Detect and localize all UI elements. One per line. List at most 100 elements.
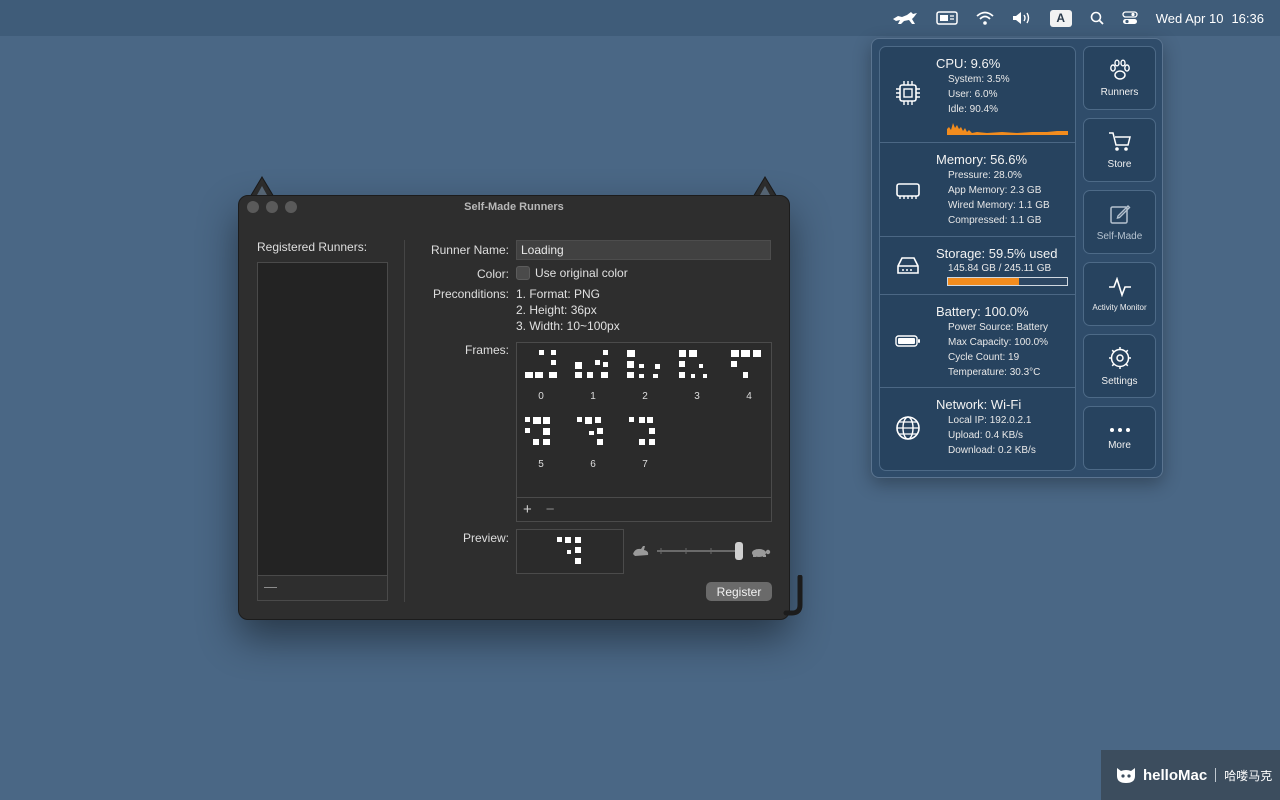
frame-thumbnail-6[interactable]: [573, 415, 613, 455]
runner-name-field[interactable]: Loading: [516, 240, 771, 260]
frame-thumbnail-1[interactable]: [573, 348, 613, 388]
display-icon[interactable]: [936, 8, 958, 28]
window-title: Self-Made Runners: [464, 201, 564, 213]
frames-label: Frames:: [464, 343, 509, 357]
hellomac-watermark: helloMac 哈喽马克: [1101, 750, 1280, 800]
network-download: Download: 0.2 KB/s: [948, 445, 1036, 456]
frame-number-4: 4: [746, 391, 752, 402]
zoom-button[interactable]: [285, 201, 297, 213]
use-original-color-checkbox[interactable]: [516, 266, 530, 280]
storage-usage-bar: [947, 277, 1068, 286]
runners-button[interactable]: Runners: [1083, 46, 1156, 110]
self-made-runners-window: Self-Made Runners Registered Runners: — …: [238, 195, 790, 620]
frames-collection[interactable]: 0 1 2 3 4 5 6 7 + −: [516, 342, 772, 522]
frame-number-2: 2: [642, 391, 648, 402]
precondition-format: 1. Format: PNG: [516, 287, 601, 301]
storage-title: Storage: 59.5% used: [936, 246, 1058, 261]
store-button[interactable]: Store: [1083, 118, 1156, 182]
battery-max-capacity: Max Capacity: 100.0%: [948, 337, 1049, 348]
watermark-chinese-name: 哈喽马克: [1224, 768, 1273, 783]
storage-detail: 145.84 GB / 245.11 GB: [948, 263, 1052, 274]
remove-frame-button[interactable]: −: [546, 501, 555, 518]
settings-button[interactable]: Settings: [1083, 334, 1156, 398]
volume-icon[interactable]: [1012, 8, 1032, 28]
register-button[interactable]: Register: [706, 582, 772, 601]
precondition-width: 3. Width: 10~100px: [516, 319, 620, 333]
frame-number-3: 3: [694, 391, 700, 402]
menubar-date: Wed Apr 10: [1155, 10, 1224, 26]
spotlight-icon[interactable]: [1090, 8, 1104, 28]
memory-app: App Memory: 2.3 GB: [948, 185, 1042, 196]
battery-cycle-count: Cycle Count: 19: [948, 352, 1020, 363]
use-original-color-label[interactable]: Use original color: [535, 266, 628, 280]
add-frame-button[interactable]: +: [523, 501, 532, 518]
cart-icon: [1108, 131, 1131, 151]
hard-drive-icon: [894, 252, 922, 280]
close-button[interactable]: [247, 201, 259, 213]
watermark-brand: helloMac: [1143, 766, 1208, 784]
battery-title: Battery: 100.0%: [936, 304, 1029, 319]
memory-icon: [894, 176, 922, 204]
more-icon: [1109, 427, 1130, 432]
frame-thumbnail-7[interactable]: [625, 415, 665, 455]
network-local-ip: Local IP: 192.0.2.1: [948, 415, 1032, 426]
cat-tail-icon: [783, 575, 803, 616]
network-title: Network: Wi-Fi: [936, 397, 1022, 412]
network-upload: Upload: 0.4 KB/s: [948, 430, 1024, 441]
battery-section: Battery: 100.0% Power Source: Battery Ma…: [880, 295, 1075, 388]
minimize-button[interactable]: [266, 201, 278, 213]
activity-monitor-button[interactable]: Activity Monitor: [1083, 262, 1156, 326]
settings-button-label: Settings: [1101, 375, 1138, 387]
frame-number-0: 0: [538, 391, 544, 402]
memory-compressed: Compressed: 1.1 GB: [948, 215, 1042, 226]
registered-runners-list[interactable]: —: [257, 262, 388, 601]
input-source-icon[interactable]: A: [1049, 9, 1072, 27]
frame-number-7: 7: [642, 459, 648, 470]
runcat-status-panel: CPU: 9.6% System: 3.5% User: 6.0% Idle: …: [871, 38, 1163, 478]
cpu-chip-icon: [894, 79, 922, 107]
heartbeat-icon: [1108, 276, 1131, 297]
cpu-idle: Idle: 90.4%: [948, 104, 999, 115]
edit-icon: [1109, 204, 1130, 224]
more-button[interactable]: More: [1083, 406, 1156, 470]
cpu-system: System: 3.5%: [948, 74, 1010, 85]
preconditions-label: Preconditions:: [432, 287, 509, 301]
memory-title: Memory: 56.6%: [936, 152, 1028, 167]
watermark-separator: [1215, 768, 1217, 782]
self-made-button[interactable]: Self-Made: [1083, 190, 1156, 254]
system-stats-card: CPU: 9.6% System: 3.5% User: 6.0% Idle: …: [879, 46, 1076, 471]
frame-thumbnail-2[interactable]: [625, 348, 665, 388]
hellomac-logo-icon: [1117, 768, 1135, 783]
memory-wired: Wired Memory: 1.1 GB: [948, 200, 1050, 211]
remove-runner-button[interactable]: —: [258, 575, 387, 600]
wifi-icon[interactable]: [976, 8, 994, 28]
turtle-icon: [752, 549, 771, 557]
frame-thumbnail-5[interactable]: [521, 415, 561, 455]
registered-runners-label: Registered Runners:: [257, 240, 368, 254]
frame-thumbnail-4[interactable]: [729, 348, 769, 388]
battery-temperature: Temperature: 30.3°C: [948, 367, 1041, 378]
cpu-section: CPU: 9.6% System: 3.5% User: 6.0% Idle: …: [880, 47, 1075, 143]
menubar-clock[interactable]: Wed Apr 10 16:36: [1156, 11, 1264, 26]
frame-thumbnail-3[interactable]: [677, 348, 717, 388]
frame-number-6: 6: [590, 459, 596, 470]
more-button-label: More: [1108, 439, 1131, 451]
control-center-icon[interactable]: [1122, 8, 1138, 28]
cpu-title: CPU: 9.6%: [936, 56, 1001, 71]
store-button-label: Store: [1107, 158, 1132, 170]
runner-preview: [516, 529, 624, 574]
speed-slider-thumb: [735, 542, 743, 560]
preview-label: Preview:: [462, 531, 509, 545]
activity-monitor-button-label: Activity Monitor: [1092, 302, 1147, 312]
runcat-icon[interactable]: [892, 8, 918, 28]
self-made-button-label: Self-Made: [1096, 230, 1143, 242]
network-section: Network: Wi-Fi Local IP: 192.0.2.1 Uploa…: [880, 388, 1075, 470]
battery-source: Power Source: Battery: [948, 322, 1049, 333]
cat-ear-left-icon: [249, 176, 275, 197]
window-titlebar[interactable]: Self-Made Runners: [239, 196, 789, 218]
frame-thumbnail-0[interactable]: [521, 348, 561, 388]
frames-toolbar: + −: [517, 497, 771, 521]
speed-slider[interactable]: [631, 540, 771, 562]
runners-button-label: Runners: [1100, 86, 1139, 98]
storage-section: Storage: 59.5% used 145.84 GB / 245.11 G…: [880, 237, 1075, 295]
